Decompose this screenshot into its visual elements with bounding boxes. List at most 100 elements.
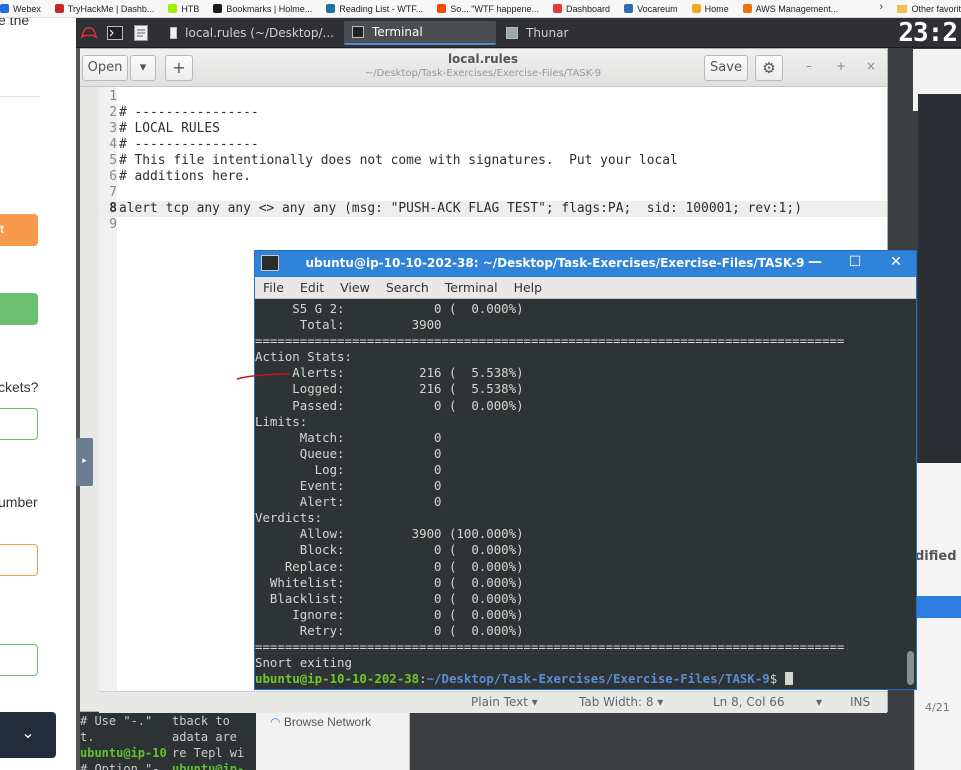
language-selector[interactable]: Plain Text ▾ xyxy=(471,695,538,709)
code-line[interactable]: 3 # LOCAL RULES xyxy=(99,121,887,137)
bookmark-label: TryHackMe | Dashb... xyxy=(67,3,155,14)
answer-input-2[interactable] xyxy=(0,544,38,576)
orange-button[interactable]: t xyxy=(0,214,38,246)
bg-terminal-line: # Option "-. xyxy=(80,762,167,770)
browse-network-item[interactable]: ◠ Browse Network xyxy=(270,715,371,729)
code-line[interactable]: 2 # ---------------- xyxy=(99,105,887,121)
open-button[interactable]: Open xyxy=(82,55,128,81)
terminal-prompt[interactable]: ubuntu@ip-10-10-202-38:~/Desktop/Task-Ex… xyxy=(255,671,905,687)
minimize-button[interactable]: – xyxy=(801,59,817,73)
menu-item-terminal[interactable]: Terminal xyxy=(445,280,498,295)
bookmark-item[interactable]: Webex xyxy=(0,4,41,14)
prompt-path: ~/Desktop/Task-Exercises/Exercise-Files/… xyxy=(426,671,770,687)
bookmarks-bar: Webex TryHackMe | Dashb... HTB Bookmarks | … xyxy=(0,0,961,18)
line-text: # This file intentionally does not come … xyxy=(119,153,678,168)
mode-dropdown-icon[interactable]: ▾ xyxy=(816,695,822,709)
code-line[interactable]: 5 # This file intentionally does not come… xyxy=(99,153,887,169)
code-line[interactable]: 1 xyxy=(99,89,887,105)
bookmark-item[interactable]: TryHackMe | Dashb... xyxy=(54,3,155,14)
bookmark-item[interactable]: HTB xyxy=(168,4,199,14)
line-number: 5 xyxy=(109,153,117,168)
code-line[interactable]: 6 # additions here. xyxy=(99,169,887,185)
terminal-line: Ignore: 0 ( 0.000%) xyxy=(255,606,524,622)
chevron-down-icon: ⌄ xyxy=(21,725,35,742)
editor-header-bar: local.rules ~/Desktop/Task-Exercises/Exe… xyxy=(79,49,887,87)
green-button[interactable] xyxy=(0,293,38,325)
bookmark-item[interactable]: So... "WTF happene... xyxy=(437,4,539,14)
line-text xyxy=(117,217,119,233)
menu-item-help[interactable]: Help xyxy=(514,280,543,295)
prompt-separator: : xyxy=(419,671,427,687)
line-number: 7 xyxy=(109,185,117,200)
bookmark-item[interactable]: Vocareum xyxy=(624,4,678,14)
menu-item-view[interactable]: View xyxy=(340,280,370,295)
minimize-button[interactable]: — xyxy=(802,254,828,270)
menu-item-search[interactable]: Search xyxy=(386,280,429,295)
terminal-launcher-icon[interactable] xyxy=(102,18,128,48)
close-button[interactable]: × xyxy=(863,59,879,73)
taskbar: local.rules (~/Desktop/... Terminal Thunar… xyxy=(76,18,961,48)
selected-row[interactable] xyxy=(915,596,961,618)
taskbar-task[interactable]: Terminal xyxy=(344,20,496,45)
code-lines[interactable]: 1 2 # ---------------- 3 # LOCAL RULES 4 # ---… xyxy=(99,87,887,233)
settings-gear-icon[interactable]: ⚙ xyxy=(755,55,783,81)
modified-label: dified xyxy=(915,549,957,564)
line-number: 2 xyxy=(109,105,117,120)
bookmark-favicon-icon xyxy=(624,4,634,13)
taskbar-task-label: local.rules (~/Desktop/... xyxy=(185,25,334,40)
editor-launcher-icon[interactable] xyxy=(128,18,154,48)
bookmark-item[interactable]: Bookmarks | Holme... xyxy=(213,4,312,14)
bg-terminal-line: tback to xyxy=(172,714,238,728)
tab-width-selector[interactable]: Tab Width: 8 ▾ xyxy=(579,695,663,709)
new-tab-button[interactable]: + xyxy=(165,55,193,81)
question-text-2: umber xyxy=(0,494,38,510)
app-menu-icon[interactable] xyxy=(76,18,102,48)
cursor-position: Ln 8, Col 66 xyxy=(713,695,785,709)
bookmarks-overflow-icon[interactable]: › xyxy=(879,1,883,13)
taskbar-task-label: Terminal xyxy=(372,24,423,39)
terminal-line: Queue: 0 xyxy=(255,445,442,461)
maximize-button[interactable]: + xyxy=(833,59,849,73)
scrollbar-thumb[interactable] xyxy=(907,651,914,685)
clock: 23:2 xyxy=(898,18,958,48)
other-favorites[interactable]: Other favorit xyxy=(893,0,961,17)
bookmark-item[interactable]: Reading List - WTF... xyxy=(326,4,423,14)
maximize-button[interactable]: ☐ xyxy=(842,254,868,270)
terminal-line: Passed: 0 ( 0.000%) xyxy=(255,397,524,413)
terminal-line: ========================================… xyxy=(255,638,845,654)
terminal-line: S5 G 2: 0 ( 0.000%) xyxy=(255,301,524,316)
dropdown-button[interactable]: ⌄ xyxy=(0,712,56,758)
terminal-output[interactable]: S5 G 2: 0 ( 0.000%) Total: 3900 =========… xyxy=(255,301,905,689)
document-icon xyxy=(170,26,178,39)
bookmark-label: Reading List - WTF... xyxy=(339,3,424,14)
taskbar-task[interactable]: local.rules (~/Desktop/... xyxy=(162,21,342,45)
bookmark-item[interactable]: AWS Management... xyxy=(742,4,838,14)
bookmark-favicon-icon xyxy=(168,4,178,13)
bookmark-item[interactable]: Home xyxy=(691,4,729,14)
close-button[interactable]: ✕ xyxy=(883,254,909,270)
terminal-scrollbar[interactable] xyxy=(905,301,916,689)
menu-item-file[interactable]: File xyxy=(263,280,284,295)
code-line[interactable]: 9 xyxy=(99,217,887,233)
line-number: 9 xyxy=(109,217,117,232)
code-line[interactable]: 7 xyxy=(99,185,887,201)
terminal-menu-bar: File Edit View Search Terminal Help xyxy=(255,277,916,299)
background-window-dark xyxy=(918,94,961,464)
answer-input-1[interactable] xyxy=(0,408,38,440)
bookmark-item[interactable]: Dashboard xyxy=(553,4,610,14)
background-terminal: # Use "-." t. ubuntu@ip-10 # Option "-. tba… xyxy=(76,709,256,770)
code-line[interactable]: 4 # ---------------- xyxy=(99,137,887,153)
open-menu-button[interactable]: ▾ xyxy=(130,55,156,81)
vm-side-handle[interactable]: ▸ xyxy=(76,438,93,486)
menu-item-edit[interactable]: Edit xyxy=(300,280,324,295)
save-button[interactable]: Save xyxy=(704,55,748,81)
bookmark-favicon-icon xyxy=(553,4,563,13)
file-manager-icon xyxy=(506,26,518,39)
bg-terminal-line: # Use "-." xyxy=(80,714,160,728)
bookmark-favicon-icon xyxy=(437,4,447,13)
bookmark-label: HTB xyxy=(181,3,200,14)
answer-input-3[interactable] xyxy=(0,644,38,676)
code-line[interactable]: 8 alert tcp any any <> any any (msg: "PUS… xyxy=(99,201,887,217)
terminal-line: Alerts: 216 ( 5.538%) xyxy=(255,365,524,381)
taskbar-task[interactable]: Thunar xyxy=(498,21,676,45)
